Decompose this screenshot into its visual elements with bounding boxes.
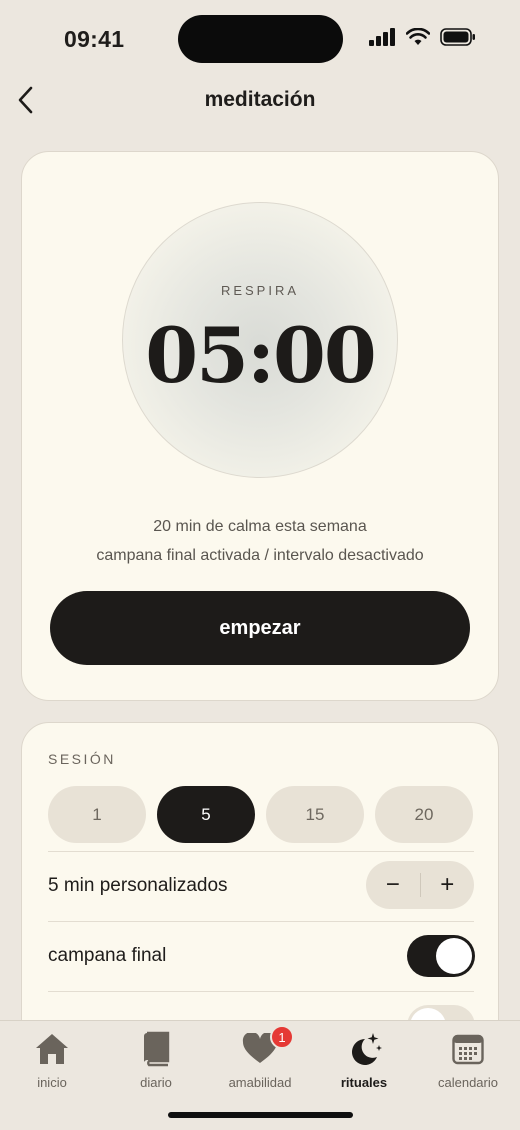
dynamic-island xyxy=(178,15,343,63)
weekly-stats: 20 min de calma esta semana xyxy=(153,518,367,535)
home-indicator xyxy=(168,1112,353,1118)
breath-label: RESPIRA xyxy=(220,283,300,298)
moon-stars-icon xyxy=(352,1033,382,1065)
status-icons xyxy=(369,28,476,46)
tab-calendario[interactable]: calendario xyxy=(416,1029,520,1090)
divider xyxy=(48,921,474,922)
status-time: 09:41 xyxy=(64,26,125,52)
tab-amabilidad[interactable]: 1 amabilidad xyxy=(208,1025,312,1090)
home-icon xyxy=(36,1034,68,1064)
tab-diario[interactable]: diario xyxy=(104,1029,208,1090)
duration-option-1[interactable]: 1 xyxy=(48,786,146,843)
tab-label: calendario xyxy=(438,1075,498,1090)
divider xyxy=(48,851,474,852)
duration-option-15[interactable]: 15 xyxy=(266,786,364,843)
final-bell-label: campana final xyxy=(48,945,167,966)
breathing-orb: RESPIRA 05:00 xyxy=(122,202,398,478)
battery-icon xyxy=(440,28,475,46)
page-title: meditación xyxy=(204,88,316,111)
wifi-icon xyxy=(406,28,430,45)
tab-label: diario xyxy=(140,1075,172,1090)
signal-icon xyxy=(369,28,395,46)
tab-rituales[interactable]: rituales xyxy=(312,1029,416,1090)
decrement-button[interactable]: − xyxy=(366,861,420,909)
section-label: SESIÓN xyxy=(48,751,116,767)
tab-inicio[interactable]: inicio xyxy=(0,1029,104,1090)
duration-stepper: − + xyxy=(366,861,474,909)
start-button[interactable]: empezar xyxy=(50,591,470,665)
duration-selector: 1 5 15 20 xyxy=(48,786,473,843)
duration-option-20[interactable]: 20 xyxy=(375,786,473,843)
book-icon xyxy=(144,1031,170,1067)
increment-button[interactable]: + xyxy=(420,861,474,909)
calendar-icon xyxy=(452,1034,484,1065)
divider xyxy=(48,991,474,992)
tab-label: inicio xyxy=(37,1075,67,1090)
duration-option-5[interactable]: 5 xyxy=(157,786,255,843)
final-bell-toggle[interactable] xyxy=(407,935,475,977)
toggle-knob xyxy=(436,938,472,974)
status-bar: 09:41 xyxy=(0,0,520,80)
custom-duration-label: 5 min personalizados xyxy=(48,875,228,896)
tab-label: amabilidad xyxy=(228,1075,292,1090)
tab-label: rituales xyxy=(340,1075,388,1090)
timer-display: 05:00 xyxy=(145,311,377,400)
timer-card: RESPIRA 05:00 20 min de calma esta seman… xyxy=(21,151,499,701)
bell-status: campana final activada / intervalo desac… xyxy=(96,547,424,564)
notification-badge: 1 xyxy=(270,1025,294,1049)
